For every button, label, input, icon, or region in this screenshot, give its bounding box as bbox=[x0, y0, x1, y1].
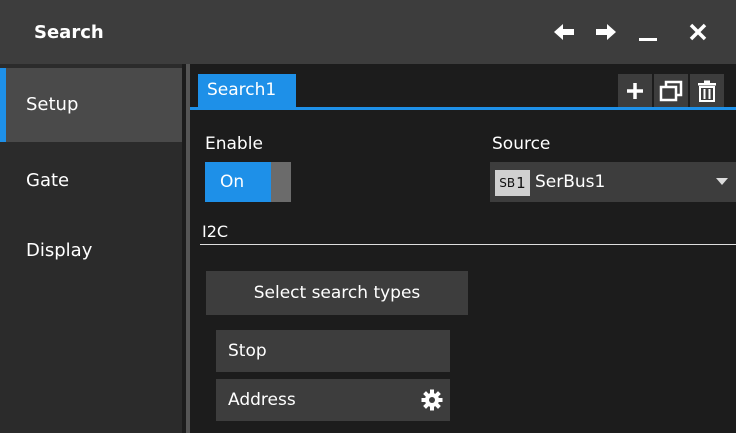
delete-tab-button[interactable] bbox=[690, 74, 724, 107]
select-search-types-button[interactable]: Select search types bbox=[206, 271, 468, 315]
enable-label: Enable bbox=[205, 134, 263, 154]
forward-arrow-icon bbox=[596, 24, 616, 40]
sidebar-item-display[interactable]: Display bbox=[0, 214, 182, 288]
enable-toggle[interactable]: On bbox=[205, 162, 291, 202]
badge-prefix: SB bbox=[499, 176, 516, 190]
back-button[interactable] bbox=[546, 14, 582, 50]
sidebar-item-label: Display bbox=[26, 240, 93, 261]
back-arrow-icon bbox=[554, 24, 574, 40]
clone-window-icon bbox=[659, 80, 683, 101]
source-label: Source bbox=[492, 134, 551, 154]
title-bar: Search bbox=[0, 0, 736, 64]
tab-label: Search1 bbox=[207, 80, 277, 100]
gear-icon[interactable] bbox=[421, 389, 443, 411]
add-tab-button[interactable] bbox=[618, 74, 652, 107]
sidebar-item-gate[interactable]: Gate bbox=[0, 144, 182, 218]
button-label: Select search types bbox=[253, 283, 421, 303]
sidebar-item-setup[interactable]: Setup bbox=[0, 68, 182, 142]
source-select[interactable]: SB 1 SerBus1 bbox=[490, 162, 736, 202]
search-type-label: Address bbox=[228, 390, 296, 410]
setup-panel: Search1 Enable On Source SB 1 SerBus1 I2C… bbox=[190, 64, 736, 433]
add-icon bbox=[627, 82, 643, 99]
tab-bar: Search1 bbox=[190, 64, 736, 110]
clone-tab-button[interactable] bbox=[654, 74, 688, 107]
sidebar-item-label: Gate bbox=[26, 170, 70, 191]
source-value: SerBus1 bbox=[535, 172, 606, 192]
toggle-knob bbox=[271, 162, 291, 202]
serbus-badge-icon: SB 1 bbox=[495, 170, 530, 196]
sidebar-item-label: Setup bbox=[26, 94, 79, 115]
chevron-down-icon bbox=[716, 178, 728, 185]
protocol-label: I2C bbox=[202, 222, 229, 241]
minimize-icon bbox=[639, 38, 657, 41]
badge-number: 1 bbox=[516, 174, 526, 192]
search-type-address[interactable]: Address bbox=[216, 379, 450, 421]
forward-button[interactable] bbox=[588, 14, 624, 50]
section-divider bbox=[200, 244, 736, 245]
sidebar: Setup Gate Display bbox=[0, 64, 182, 433]
close-button[interactable] bbox=[680, 14, 716, 50]
close-icon bbox=[689, 23, 707, 41]
search-type-label: Stop bbox=[228, 341, 267, 361]
delete-icon bbox=[698, 80, 716, 102]
window-title: Search bbox=[34, 22, 104, 43]
toggle-on-state: On bbox=[205, 162, 271, 202]
minimize-button[interactable] bbox=[630, 14, 666, 50]
toggle-value: On bbox=[220, 172, 245, 192]
search-type-stop[interactable]: Stop bbox=[216, 330, 450, 372]
tab-search1[interactable]: Search1 bbox=[198, 74, 296, 107]
